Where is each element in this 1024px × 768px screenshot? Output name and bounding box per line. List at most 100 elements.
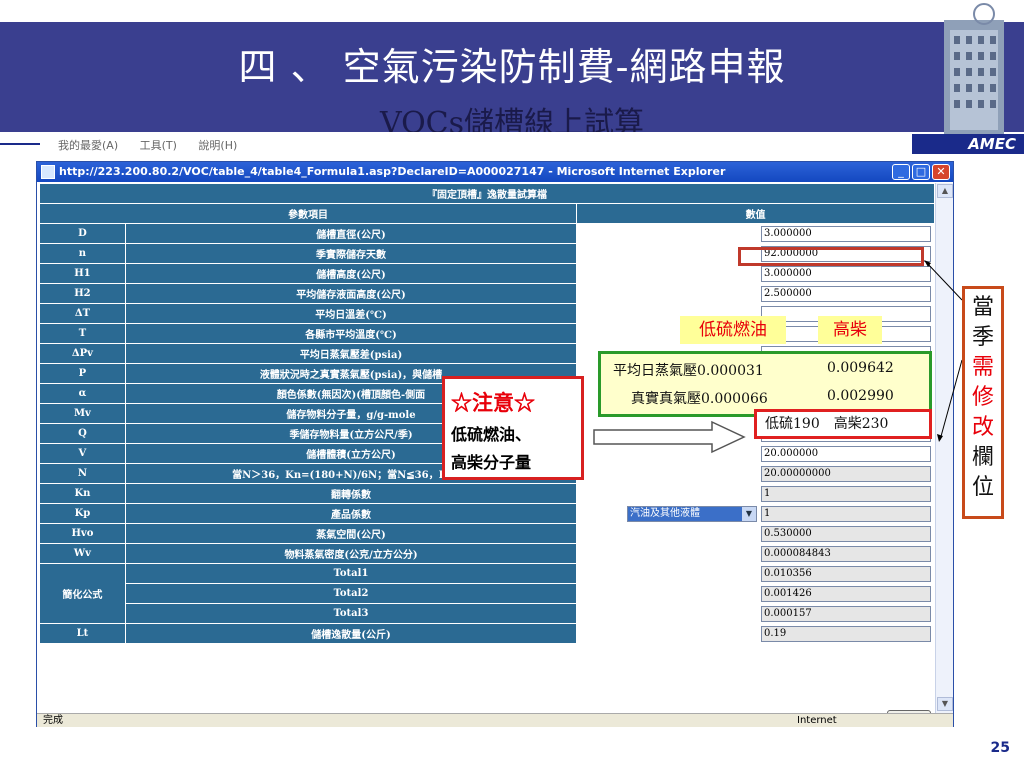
vp-line1-value: 0.009642 [827, 360, 894, 376]
scroll-up-icon[interactable]: ▲ [937, 184, 953, 198]
row-symbol: Lt [39, 623, 126, 644]
vp-line1: 平均日蒸氣壓0.000031 [613, 363, 764, 379]
value-field: 1 [761, 505, 931, 522]
value-field: 0.001426 [761, 585, 931, 602]
value-field: 0.000084843 [761, 545, 931, 562]
value-field: 1 [761, 485, 931, 502]
column-header-param: 參數項目 [39, 203, 578, 224]
table-row: Kn 翻轉係數 1 [39, 483, 935, 504]
table-row: ΔT 平均日溫差(℃) [39, 303, 935, 324]
row-desc: 儲槽高度(公尺) [124, 263, 578, 284]
side-char: 欄 [971, 445, 994, 470]
window-title: http://223.200.80.2/VOC/table_4/table4_F… [59, 165, 726, 178]
value-field[interactable]: 20.000000 [761, 445, 931, 462]
table-row: Kp 產品係數 汽油及其他液體 ▼ 1 [39, 503, 935, 524]
side-char: 修 [971, 385, 994, 410]
note-body-line2: 高柴分子量 [451, 453, 532, 472]
close-button[interactable]: ✕ [932, 164, 950, 180]
diesel-label: 高柴 [818, 316, 882, 344]
row-symbol: Hvo [39, 523, 126, 544]
divider [0, 143, 40, 145]
table-row: T 各縣市平均溫度(℃) [39, 323, 935, 344]
table-row: Total3 0.000157 [40, 603, 935, 624]
vp-line2: 真實真氣壓0.000066 [631, 391, 768, 407]
row-desc: 物料蒸氣密度(公克/立方公分) [124, 543, 578, 564]
ie-page-icon [41, 165, 55, 179]
maximize-button[interactable]: □ [912, 164, 930, 180]
row-symbol: T [39, 323, 126, 344]
value-field: 20.00000000 [761, 465, 931, 482]
value-field: 0.000157 [761, 605, 931, 622]
row-symbol: Wv [39, 543, 126, 564]
menu-tools[interactable]: 工具(T) [140, 139, 177, 152]
row-desc: 季實際儲存天數 [124, 243, 578, 264]
row-symbol: Mv [39, 403, 126, 424]
row-symbol: Kp [39, 503, 126, 524]
column-header-value: 數值 [576, 203, 935, 224]
value-field: 0.010356 [761, 565, 931, 582]
side-char: 位 [971, 475, 994, 500]
row-desc: 產品係數 [124, 503, 578, 524]
scroll-down-icon[interactable]: ▼ [937, 697, 953, 711]
chevron-down-icon[interactable]: ▼ [742, 506, 756, 521]
value-field[interactable]: 3.000000 [761, 225, 931, 242]
row-symbol: H2 [39, 283, 126, 304]
page-number: 25 [990, 740, 1010, 756]
low-sulfur-label: 低硫燃油 [680, 316, 786, 344]
menu-favorites[interactable]: 我的最愛(A) [58, 139, 118, 152]
row-symbol: ΔT [39, 303, 126, 324]
note-body-line1: 低硫燃油、 [451, 425, 532, 444]
row-desc: 平均儲存液面高度(公尺) [124, 283, 578, 304]
table-row: H2 平均儲存液面高度(公尺) 2.500000 [39, 283, 935, 304]
side-note-box: 當 季 需 修 改 欄 位 [962, 286, 1004, 519]
row-desc: 儲槽直徑(公尺) [124, 223, 578, 244]
status-text: 完成 [43, 715, 63, 726]
slide-subtitle: VOCs儲槽線上試算 [379, 106, 645, 132]
status-bar: 完成 Internet [37, 713, 953, 727]
molecular-weight-callout: 低硫190 高柴230 [754, 409, 932, 439]
vp-line2-value: 0.002990 [827, 388, 894, 404]
days-highlight-box [738, 247, 924, 266]
row-desc: 儲槽逸散量(公斤) [124, 623, 578, 644]
right-arrow-icon [593, 420, 746, 454]
product-select[interactable]: 汽油及其他液體 ▼ [627, 505, 757, 522]
row-symbol: Kn [39, 483, 126, 504]
side-char: 季 [971, 325, 994, 350]
row-desc: Total3 [124, 603, 578, 624]
internet-zone: Internet [797, 715, 837, 726]
row-symbol: α [39, 383, 126, 404]
row-desc: Total2 [124, 583, 578, 604]
side-char: 改 [971, 415, 994, 440]
row-desc: 平均日蒸氣壓差(psia) [124, 343, 578, 364]
table-row: H1 儲槽高度(公尺) 3.000000 [39, 263, 935, 284]
browser-menu-bar: 我的最愛(A) 工具(T) 說明(H) [40, 136, 910, 156]
slide-title: 四 、 空氣污染防制費-網路申報 [238, 45, 786, 89]
table-row: 簡化公式 Total1 0.010356 [39, 563, 935, 624]
row-symbol: ΔPv [39, 343, 126, 364]
row-symbol: P [39, 363, 126, 384]
side-char: 當 [971, 295, 994, 320]
table-row: Hvo 蒸氣空間(公尺) 0.530000 [39, 523, 935, 544]
side-char: 需 [971, 355, 994, 380]
table-row: Total2 0.001426 [40, 583, 935, 604]
table-title: 『固定頂槽』逸散量試算檔 [39, 183, 935, 204]
row-symbol: Q [39, 423, 126, 444]
row-symbol: V [39, 443, 126, 464]
vapor-pressure-callout: 平均日蒸氣壓0.000031 0.009642 真實真氣壓0.000066 0.… [598, 351, 932, 417]
row-symbol: N [39, 463, 126, 484]
note-heading: ☆注意☆ [451, 390, 535, 415]
row-desc: 翻轉係數 [124, 483, 578, 504]
menu-help[interactable]: 說明(H) [198, 139, 237, 152]
amec-logo: AMEC [912, 134, 1024, 154]
row-desc: 蒸氣空間(公尺) [124, 523, 578, 544]
value-field[interactable]: 2.500000 [761, 285, 931, 302]
value-field: 0.19 [761, 625, 931, 642]
row-desc: Total1 [124, 563, 578, 584]
minimize-button[interactable]: _ [892, 164, 910, 180]
table-row: Lt 儲槽逸散量(公斤) 0.19 [39, 623, 935, 644]
table-row: D 儲槽直徑(公尺) 3.000000 [39, 223, 935, 244]
value-field[interactable]: 3.000000 [761, 265, 931, 282]
window-titlebar[interactable]: http://223.200.80.2/VOC/table_4/table4_F… [37, 162, 953, 182]
simplified-formula-label: 簡化公式 [39, 563, 126, 624]
row-desc: 平均日溫差(℃) [124, 303, 578, 324]
